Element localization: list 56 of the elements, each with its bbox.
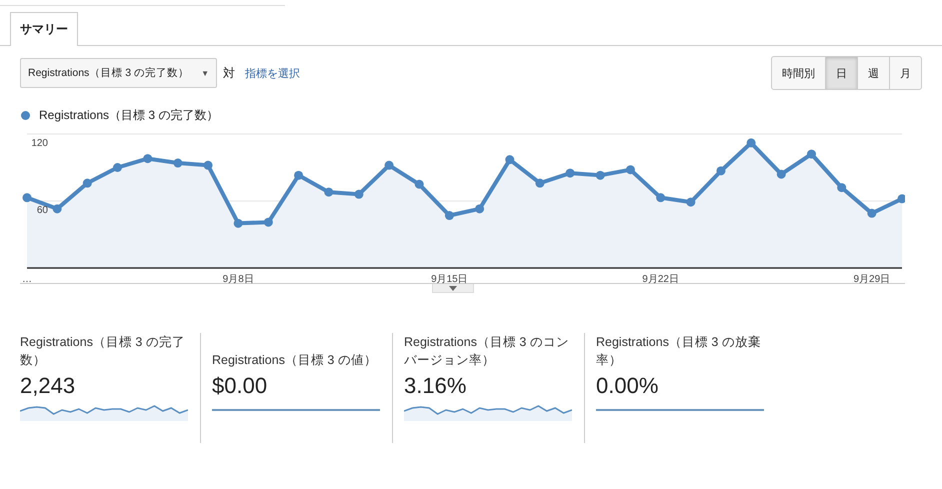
data-point [656,193,666,202]
granularity-button[interactable]: 週 [857,56,890,90]
legend-label: Registrations（目標 3 の完了数） [39,107,218,124]
granularity-button[interactable]: 月 [889,56,922,90]
data-point [294,170,304,180]
data-point [806,150,816,159]
data-point [867,208,876,218]
scorecard-value: 2,243 [20,373,76,399]
x-axis-label: … [22,274,32,284]
data-point [113,163,122,172]
x-axis-label: 9月29日 [853,274,890,284]
data-point [444,211,454,220]
data-point [776,170,786,179]
caret-icon [448,286,456,290]
granularity-button[interactable]: 時間別 [771,56,826,90]
data-point [173,158,182,168]
x-axis-label: 9月15日 [431,274,468,284]
data-point [384,160,394,170]
scorecard-label: Registrations（目標 3 のコンバージョン率） [404,334,570,369]
scorecard-label: Registrations（目標 3 の完了数） [20,334,186,369]
data-point [837,183,846,192]
metric-dropdown[interactable]: Registrations（目標 3 の完了数） ▼ [20,58,217,88]
data-point [626,165,635,174]
data-point [324,188,334,197]
data-point [746,138,756,148]
select-metric-link[interactable]: 指標を選択 [245,66,300,80]
x-axis-label: 9月22日 [642,274,679,284]
data-point [234,218,243,228]
data-point [898,194,905,204]
scorecard-label: Registrations（目標 3 の放棄率） [596,334,762,369]
data-point [596,170,605,180]
data-point [566,168,575,178]
data-point [52,204,62,214]
scorecard-value: 3.16% [404,373,468,399]
versus-label: 対 [223,64,235,82]
data-point [204,160,213,170]
collapse-toggle[interactable] [432,284,474,293]
scorecard-value: 0.00% [596,373,660,399]
data-point [22,193,32,202]
data-point [535,178,544,188]
data-point [264,218,273,227]
x-axis-label: 9月8日 [222,274,254,284]
data-point [82,178,92,188]
tab[interactable]: サマリー [10,12,78,46]
data-point [143,154,152,164]
data-point [716,166,726,176]
scorecard-value: $0.00 [212,373,268,399]
data-point [505,155,514,164]
data-point [354,190,364,199]
granularity-button[interactable]: 日 [825,56,858,90]
y-axis-label: 120 [31,138,48,149]
y-axis-label: 60 [36,205,48,216]
data-point [414,180,424,189]
data-point [475,204,484,214]
data-point [686,198,696,207]
scorecard-label: Registrations（目標 3 の値） [212,352,378,369]
